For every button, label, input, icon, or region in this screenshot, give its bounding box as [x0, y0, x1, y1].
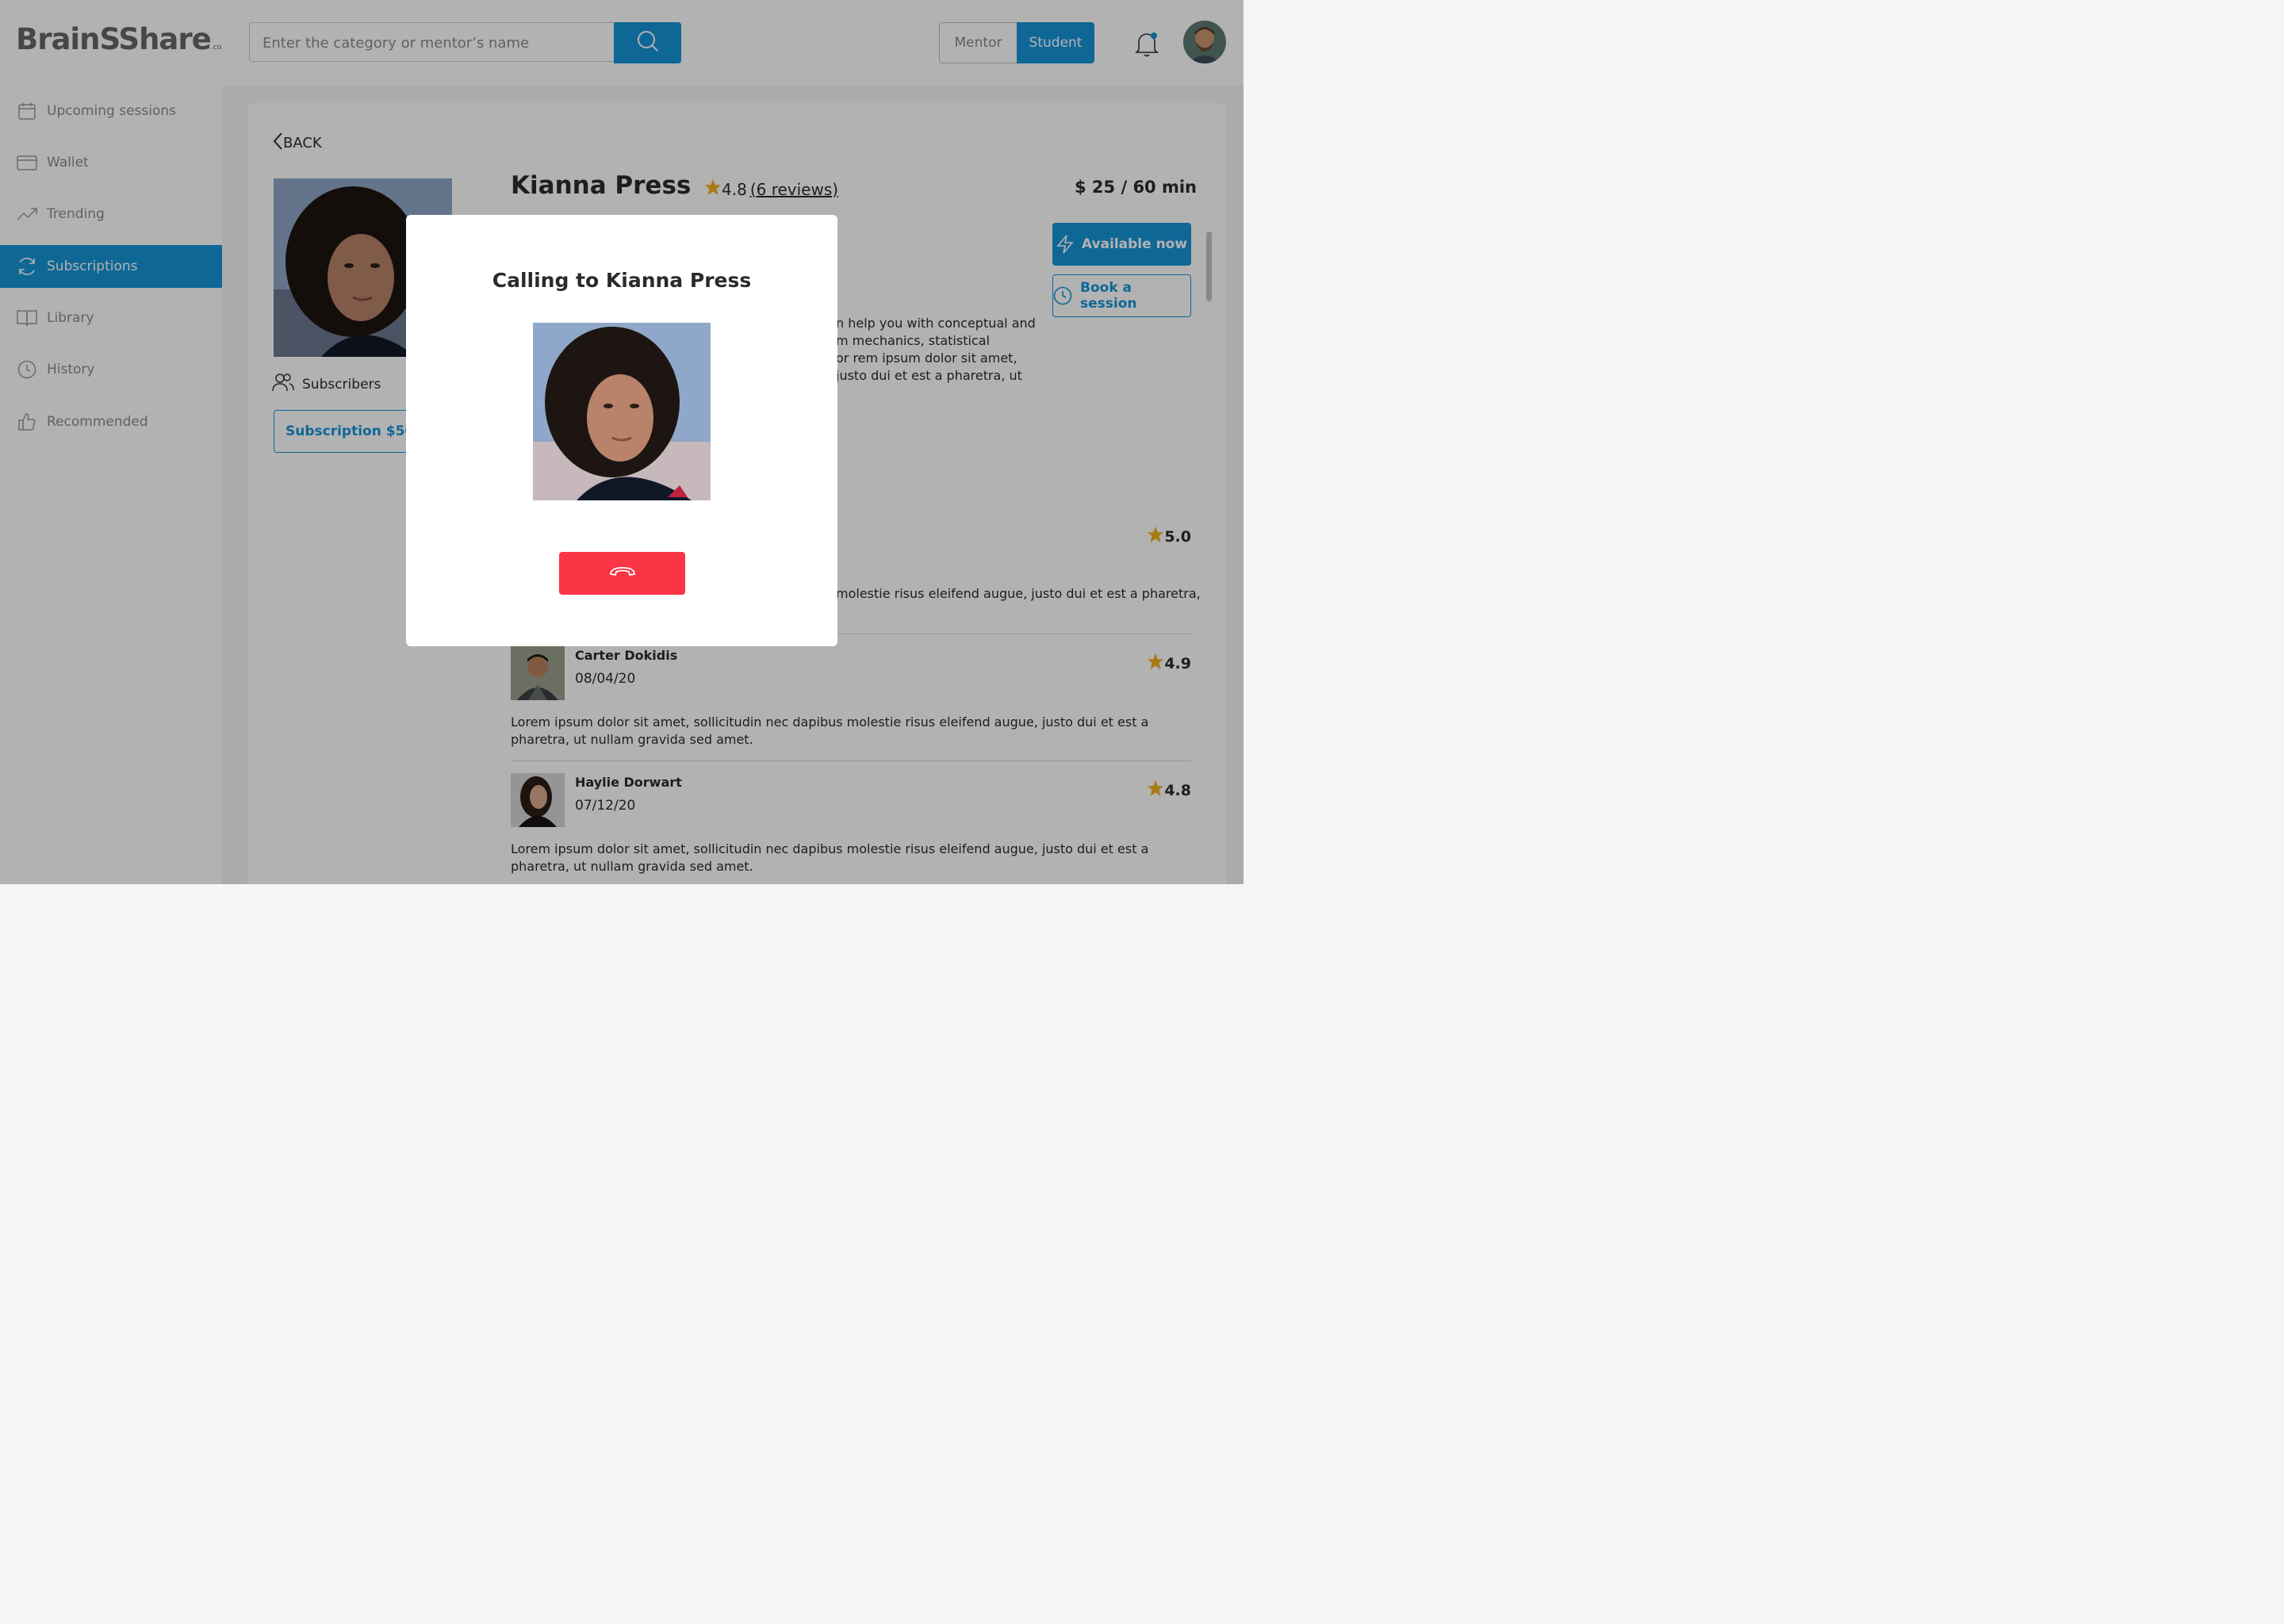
calling-mentor-photo [533, 323, 711, 500]
hang-up-button[interactable] [559, 552, 685, 595]
modal-title: Calling to Kianna Press [492, 269, 752, 292]
phone-hangup-icon [609, 565, 636, 581]
calling-modal: Calling to Kianna Press [406, 215, 837, 646]
